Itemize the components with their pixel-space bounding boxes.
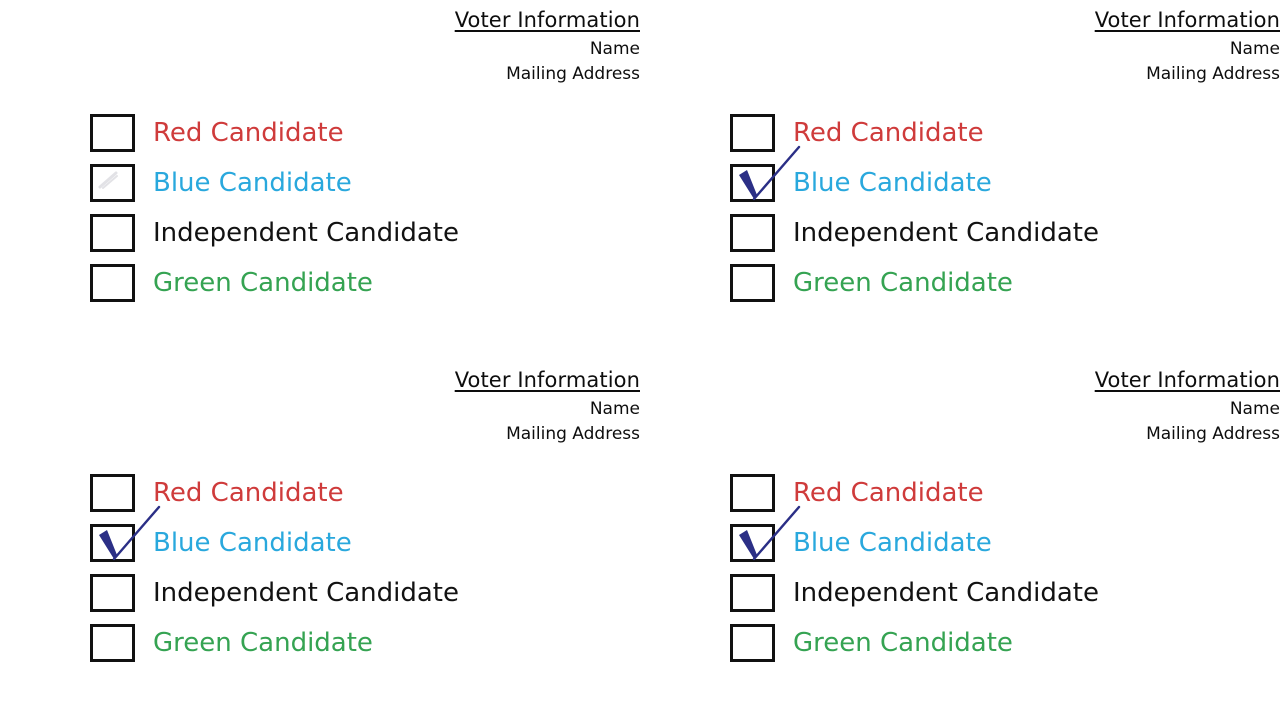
option-label-red-candidate: Red Candidate	[793, 118, 984, 148]
voter-information-title: Voter Information	[454, 368, 640, 392]
option-row-blue[interactable]: Blue Candidate	[90, 505, 459, 568]
candidate-option-list: Red Candidate Blue Candidate Independent…	[90, 468, 459, 668]
voter-name-label: Name	[1229, 399, 1280, 419]
option-label-blue-candidate: Blue Candidate	[153, 168, 352, 198]
option-label-blue-candidate: Blue Candidate	[793, 168, 992, 198]
ballot-bottom-left: Voter Information Name Mailing Address R…	[0, 360, 640, 720]
checkbox-red-candidate[interactable]	[730, 474, 775, 512]
checkbox-blue-candidate[interactable]	[730, 145, 801, 202]
option-label-red-candidate: Red Candidate	[153, 118, 344, 148]
voter-mailing-address-label: Mailing Address	[506, 64, 640, 84]
ballot-bottom-right: Voter Information Name Mailing Address R…	[640, 360, 1280, 720]
checkbox-green-candidate[interactable]	[90, 624, 135, 662]
voter-information-title: Voter Information	[1094, 368, 1280, 392]
option-row-red[interactable]: Red Candidate	[90, 108, 459, 158]
option-label-green-candidate: Green Candidate	[793, 628, 1013, 658]
option-label-blue-candidate: Blue Candidate	[153, 528, 352, 558]
checkbox-green-candidate[interactable]	[90, 264, 135, 302]
checkbox-green-candidate[interactable]	[730, 264, 775, 302]
option-row-blue[interactable]: Blue Candidate	[90, 158, 459, 208]
voter-information-title: Voter Information	[1094, 8, 1280, 32]
checkbox-red-candidate[interactable]	[90, 474, 135, 512]
option-label-independent-candidate: Independent Candidate	[153, 218, 459, 248]
checkbox-independent-candidate[interactable]	[730, 214, 775, 252]
option-row-blue[interactable]: Blue Candidate	[730, 505, 1099, 568]
option-row-red[interactable]: Red Candidate	[730, 108, 1099, 158]
option-label-green-candidate: Green Candidate	[153, 628, 373, 658]
voter-name-label: Name	[589, 399, 640, 419]
option-row-green[interactable]: Green Candidate	[90, 618, 459, 668]
checkbox-independent-candidate[interactable]	[90, 214, 135, 252]
option-row-independent[interactable]: Independent Candidate	[730, 208, 1099, 258]
option-row-red[interactable]: Red Candidate	[90, 468, 459, 518]
option-row-green[interactable]: Green Candidate	[90, 258, 459, 308]
checkbox-red-candidate[interactable]	[730, 114, 775, 152]
option-label-independent-candidate: Independent Candidate	[793, 578, 1099, 608]
voter-information-block: Voter Information Name Mailing Address	[1095, 370, 1280, 443]
ballot-top-right: Voter Information Name Mailing Address R…	[640, 0, 1280, 360]
candidate-option-list: Red Candidate Blue Candidate Independent…	[730, 108, 1099, 308]
option-row-independent[interactable]: Independent Candidate	[90, 568, 459, 618]
voter-information-block: Voter Information Name Mailing Address	[455, 10, 640, 83]
option-row-green[interactable]: Green Candidate	[730, 618, 1099, 668]
checkbox-blue-candidate[interactable]	[90, 505, 161, 562]
option-row-green[interactable]: Green Candidate	[730, 258, 1099, 308]
voter-name-label: Name	[1229, 39, 1280, 59]
voter-information-block: Voter Information Name Mailing Address	[1095, 10, 1280, 83]
option-row-blue[interactable]: Blue Candidate	[730, 145, 1099, 208]
checkbox-blue-candidate[interactable]	[90, 164, 135, 202]
voter-name-label: Name	[589, 39, 640, 59]
voter-mailing-address-label: Mailing Address	[506, 424, 640, 444]
option-label-red-candidate: Red Candidate	[153, 478, 344, 508]
option-label-green-candidate: Green Candidate	[793, 268, 1013, 298]
ballot-top-left: Voter Information Name Mailing Address R…	[0, 0, 640, 360]
voter-information-title: Voter Information	[454, 8, 640, 32]
option-row-red[interactable]: Red Candidate	[730, 468, 1099, 518]
candidate-option-list: Red Candidate Blue Candidate Independent…	[90, 108, 459, 308]
voter-mailing-address-label: Mailing Address	[1146, 424, 1280, 444]
ballot-sheet: Voter Information Name Mailing Address R…	[0, 0, 1280, 720]
faint-stray-mark-icon	[98, 171, 118, 189]
checkbox-blue-candidate[interactable]	[730, 505, 801, 562]
option-label-independent-candidate: Independent Candidate	[793, 218, 1099, 248]
checkbox-red-candidate[interactable]	[90, 114, 135, 152]
option-label-green-candidate: Green Candidate	[153, 268, 373, 298]
option-label-red-candidate: Red Candidate	[793, 478, 984, 508]
checkbox-green-candidate[interactable]	[730, 624, 775, 662]
voter-mailing-address-label: Mailing Address	[1146, 64, 1280, 84]
option-label-independent-candidate: Independent Candidate	[153, 578, 459, 608]
option-label-blue-candidate: Blue Candidate	[793, 528, 992, 558]
option-row-independent[interactable]: Independent Candidate	[730, 568, 1099, 618]
option-row-independent[interactable]: Independent Candidate	[90, 208, 459, 258]
voter-information-block: Voter Information Name Mailing Address	[455, 370, 640, 443]
candidate-option-list: Red Candidate Blue Candidate Independent…	[730, 468, 1099, 668]
checkbox-independent-candidate[interactable]	[90, 574, 135, 612]
checkbox-independent-candidate[interactable]	[730, 574, 775, 612]
